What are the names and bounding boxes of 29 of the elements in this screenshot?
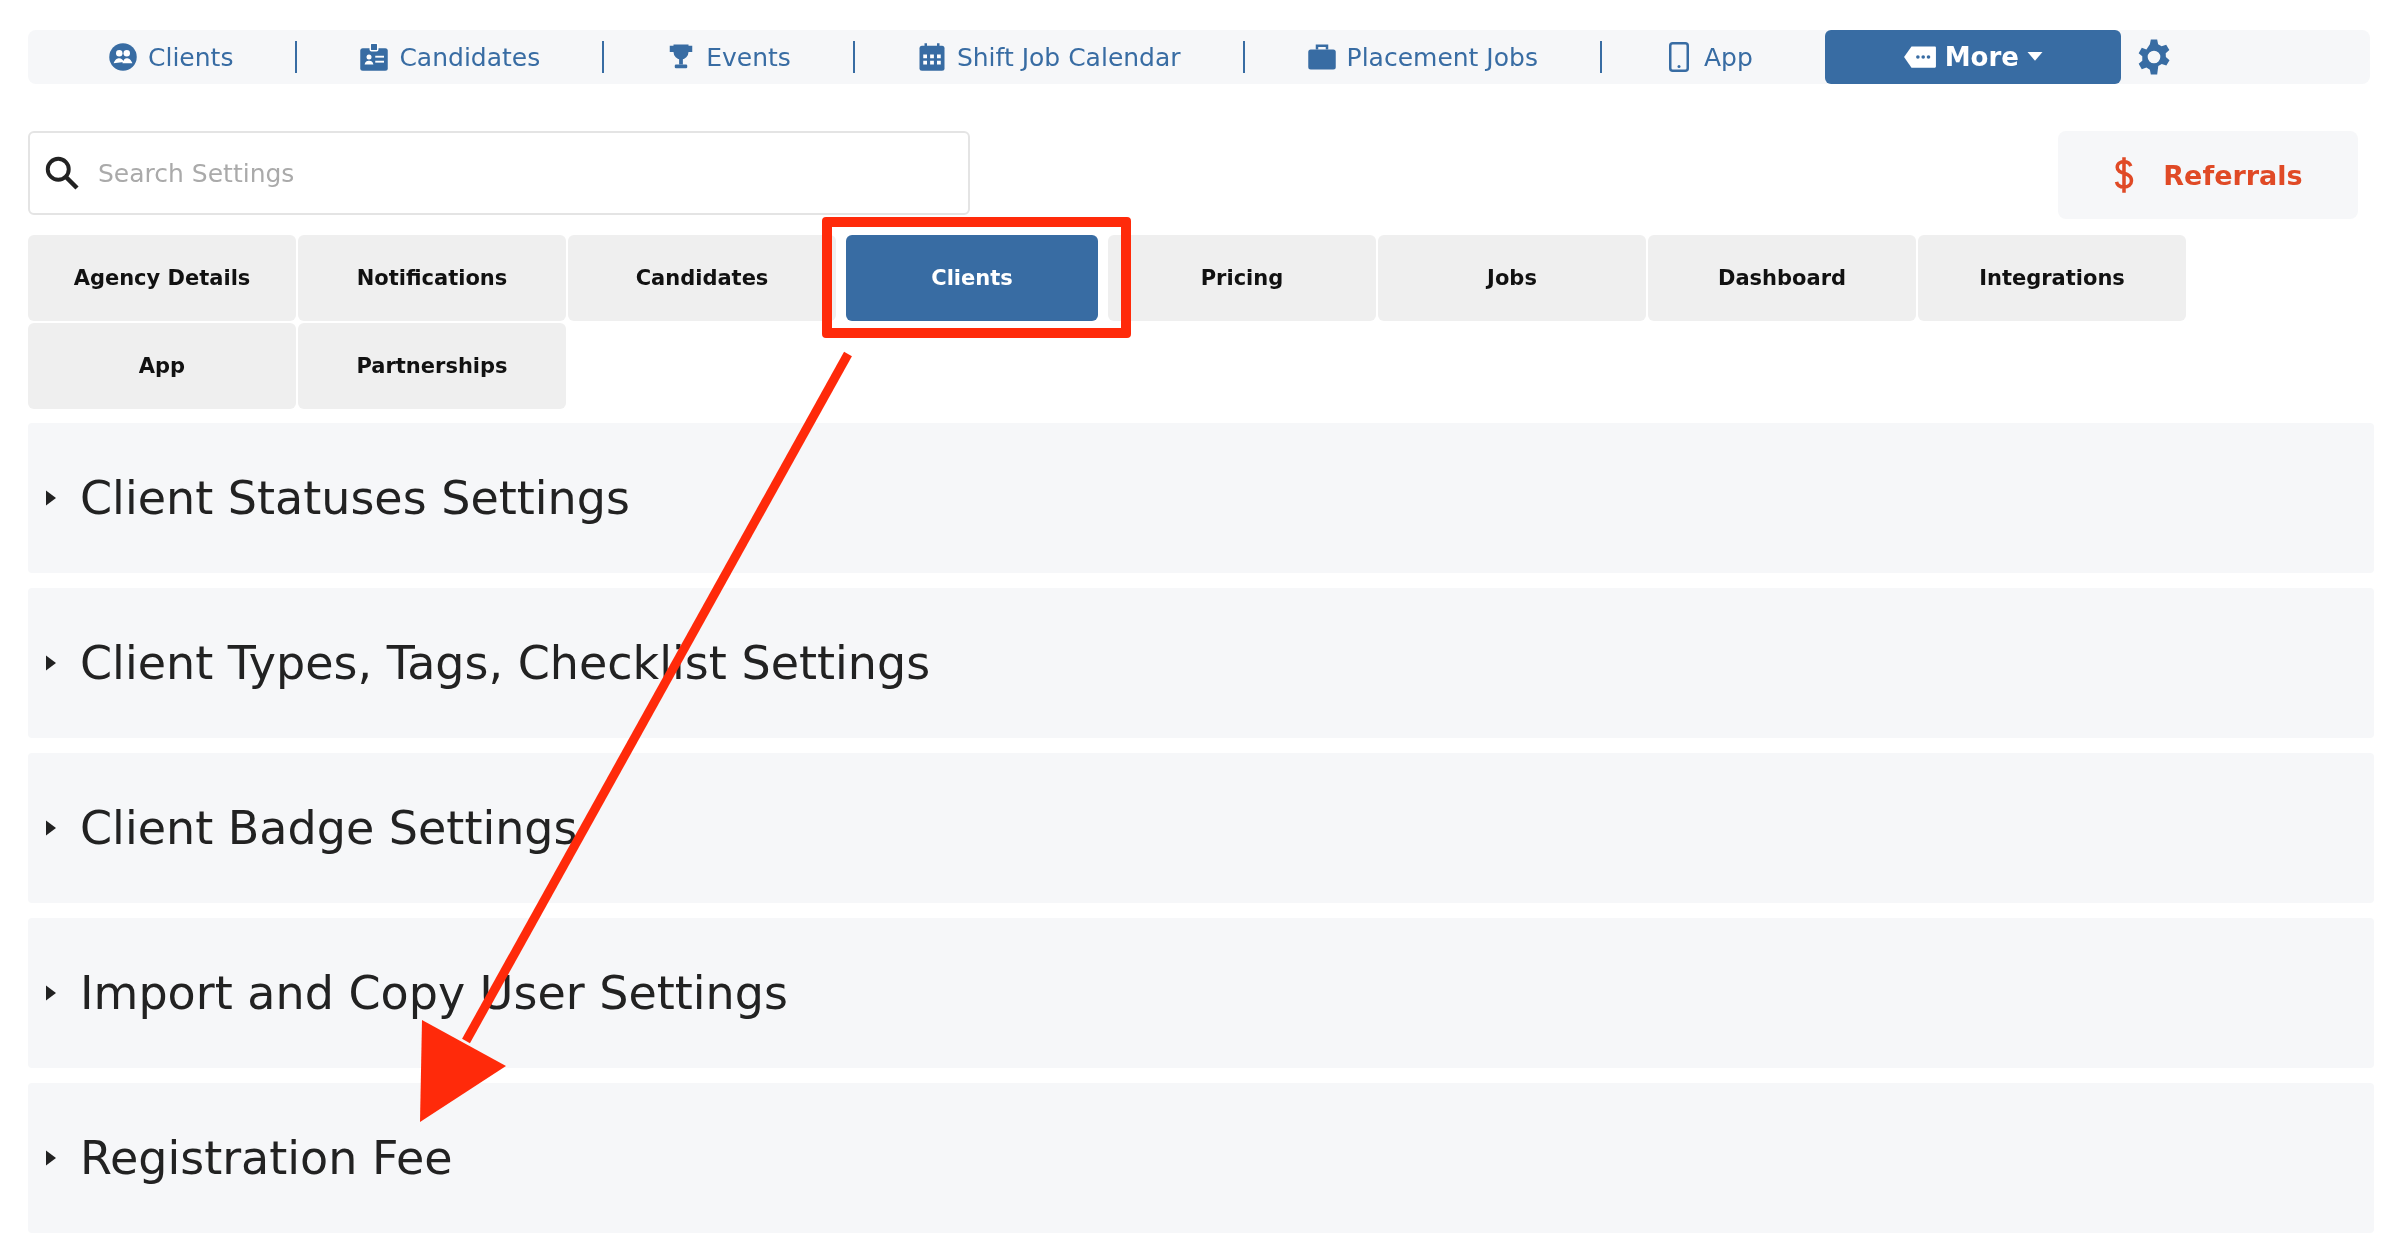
settings-section-header[interactable]: Client Badge Settings xyxy=(28,753,2374,903)
id-badge-icon xyxy=(359,42,390,72)
settings-tab[interactable]: Partnerships xyxy=(298,323,566,409)
settings-section-header[interactable]: Registration Fee xyxy=(28,1083,2374,1233)
search-icon xyxy=(44,155,80,191)
nav-link[interactable]: Placement Jobs xyxy=(1306,42,1538,72)
settings-tab[interactable]: Integrations xyxy=(1918,235,2186,321)
tag-icon xyxy=(1902,45,1937,69)
search-field[interactable]: Search Settings xyxy=(28,131,970,215)
dollar-icon xyxy=(2113,156,2136,194)
briefcase-icon xyxy=(1306,42,1337,72)
settings-tab[interactable]: Clients xyxy=(846,235,1098,321)
settings-tab[interactable]: Dashboard xyxy=(1648,235,1916,321)
settings-tab[interactable]: Candidates xyxy=(568,235,836,321)
settings-section-header[interactable]: Client Statuses Settings xyxy=(28,423,2374,573)
settings-tab[interactable]: Jobs xyxy=(1378,235,1646,321)
people-icon xyxy=(108,42,138,72)
more-button[interactable]: More xyxy=(1824,30,2121,84)
caret-icon xyxy=(2026,52,2043,62)
nav-link[interactable]: Shift Job Calendar xyxy=(916,42,1181,72)
nav-link[interactable]: Candidates xyxy=(359,42,541,72)
nav-link[interactable]: App xyxy=(1663,42,1753,72)
nav-link[interactable]: Clients xyxy=(108,42,234,72)
settings-tab[interactable]: Agency Details xyxy=(28,235,296,321)
referrals-button[interactable]: Referrals xyxy=(2058,131,2358,219)
settings-tab[interactable]: Pricing xyxy=(1108,235,1376,321)
settings-tab[interactable]: Notifications xyxy=(298,235,566,321)
settings-tab[interactable]: App xyxy=(28,323,296,409)
nav-link[interactable]: Events xyxy=(666,42,791,72)
